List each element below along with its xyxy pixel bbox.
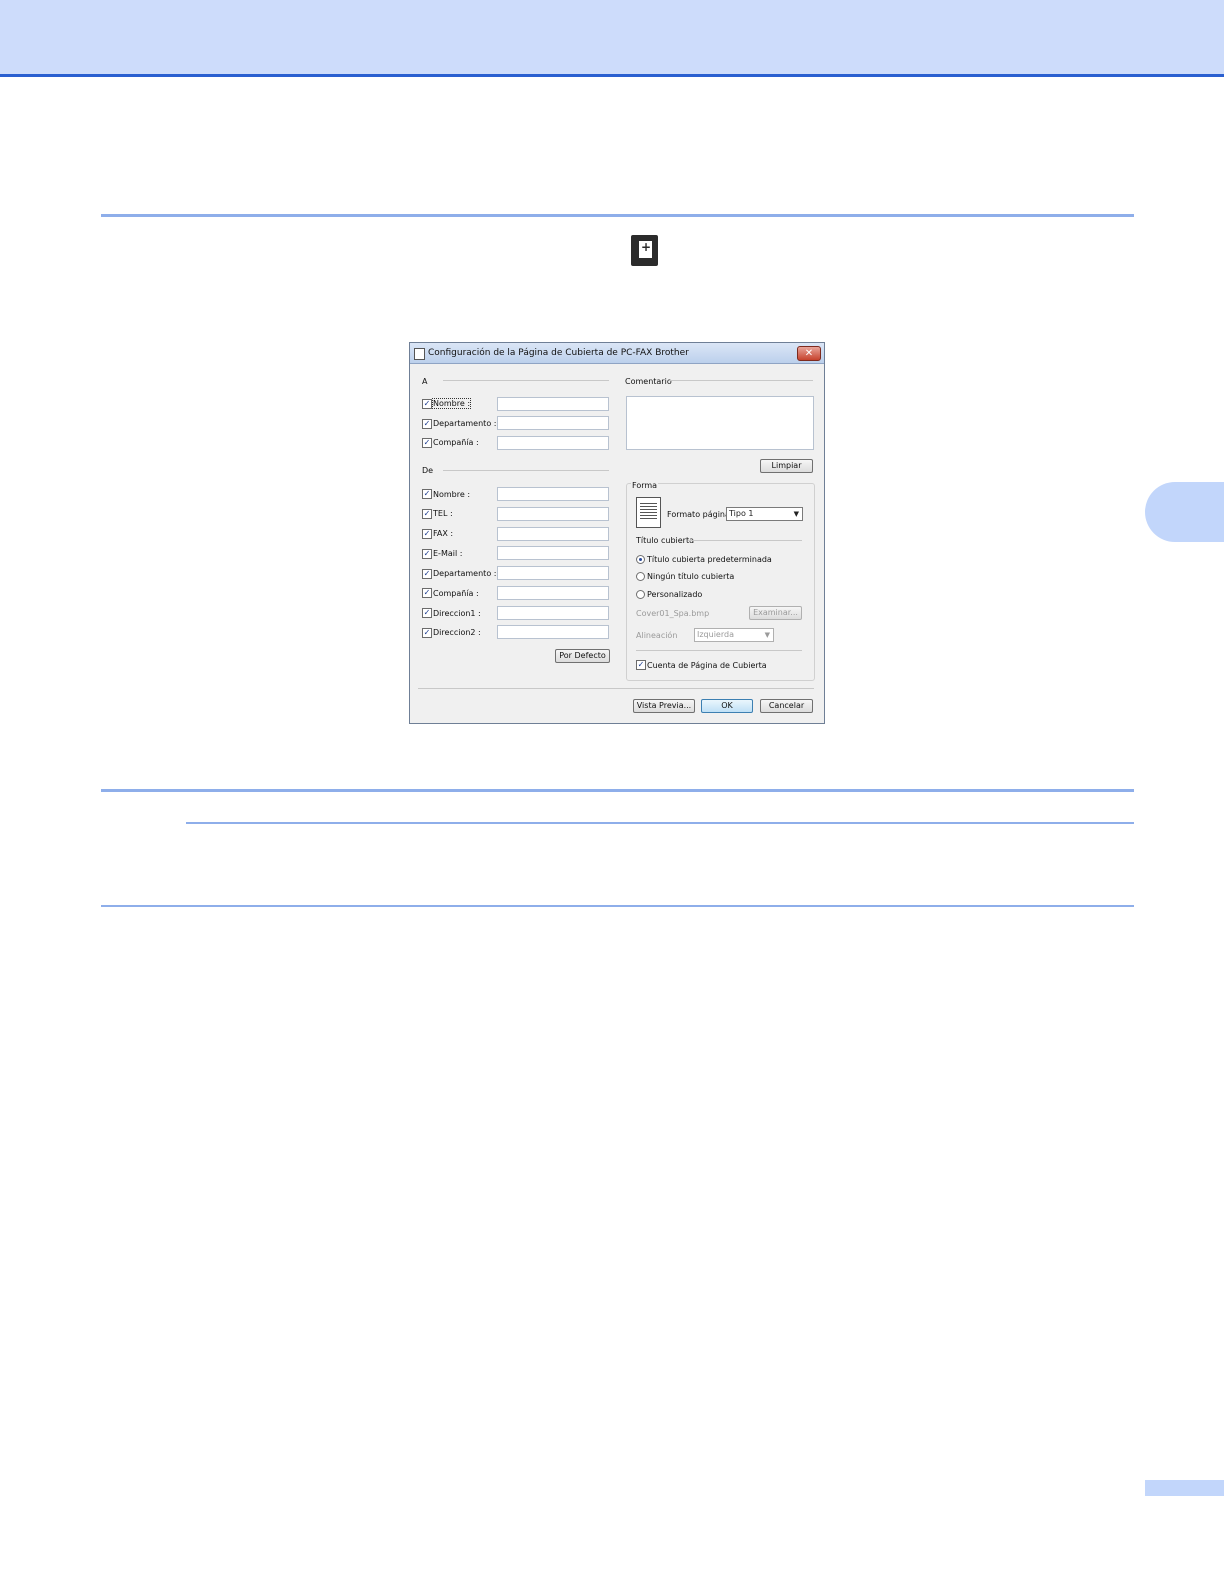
from-company-label: Compañía : xyxy=(433,589,479,598)
from-department-label: Departamento : xyxy=(433,569,497,578)
no-cover-title-label: Ningún título cubierta xyxy=(647,572,735,581)
form-heading: Forma xyxy=(631,481,659,490)
to-department-input[interactable] xyxy=(497,416,609,430)
section-rule-middle xyxy=(101,789,1134,792)
note-rule-top xyxy=(186,822,1134,824)
section-rule-top xyxy=(101,214,1134,217)
from-name-label: Nombre : xyxy=(433,490,471,499)
alignment-value: Izquierda xyxy=(697,630,734,639)
page-format-icon xyxy=(636,497,661,528)
default-button[interactable]: Por Defecto xyxy=(555,649,610,663)
page-number-tab xyxy=(1145,1480,1224,1496)
from-tel-label: TEL : xyxy=(433,509,453,518)
from-email-checkbox[interactable]: ✓ xyxy=(422,549,432,559)
from-department-input[interactable] xyxy=(497,566,609,580)
from-email-label: E-Mail : xyxy=(433,549,463,558)
from-fax-input[interactable] xyxy=(497,527,609,541)
cover-file-name: Cover01_Spa.bmp xyxy=(636,609,710,618)
from-fax-checkbox[interactable]: ✓ xyxy=(422,529,432,539)
count-cover-page-label: Cuenta de Página de Cubierta xyxy=(647,661,767,670)
to-name-checkbox[interactable]: ✓ xyxy=(422,399,432,409)
alignment-select[interactable]: Izquierda ▼ xyxy=(694,628,774,642)
from-company-input[interactable] xyxy=(497,586,609,600)
note-rule-bottom xyxy=(101,905,1134,907)
page-format-label: Formato página xyxy=(667,510,730,519)
from-name-checkbox[interactable]: ✓ xyxy=(422,489,432,499)
to-company-checkbox[interactable]: ✓ xyxy=(422,438,432,448)
chevron-down-icon: ▼ xyxy=(764,631,770,639)
dialog-title: Configuración de la Página de Cubierta d… xyxy=(428,348,689,358)
from-section-separator xyxy=(443,470,609,471)
custom-cover-title-label: Personalizado xyxy=(647,590,703,599)
from-name-input[interactable] xyxy=(497,487,609,501)
from-tel-input[interactable] xyxy=(497,507,609,521)
cover-title-heading: Título cubierta xyxy=(636,536,694,545)
browse-button[interactable]: Examinar... xyxy=(749,606,802,620)
cover-page-settings-dialog: Configuración de la Página de Cubierta d… xyxy=(409,342,825,724)
from-section-heading: De xyxy=(422,466,434,475)
from-address1-input[interactable] xyxy=(497,606,609,620)
header-band-line xyxy=(0,74,1224,77)
to-name-label: Nombre : xyxy=(431,398,472,409)
header-band xyxy=(0,0,1224,74)
chapter-tab xyxy=(1145,482,1224,542)
custom-cover-title-radio[interactable] xyxy=(636,590,645,599)
from-address1-label: Direccion1 : xyxy=(433,609,481,618)
to-section-separator xyxy=(443,380,609,381)
from-tel-checkbox[interactable]: ✓ xyxy=(422,509,432,519)
from-company-checkbox[interactable]: ✓ xyxy=(422,588,432,598)
from-fax-label: FAX : xyxy=(433,529,454,538)
close-button[interactable]: ✕ xyxy=(797,346,821,361)
from-department-checkbox[interactable]: ✓ xyxy=(422,569,432,579)
preview-button[interactable]: Vista Previa... xyxy=(633,699,695,713)
to-department-checkbox[interactable]: ✓ xyxy=(422,419,432,429)
to-company-input[interactable] xyxy=(497,436,609,450)
comment-separator xyxy=(670,380,813,381)
ok-button[interactable]: OK xyxy=(701,699,753,713)
clear-button[interactable]: Limpiar xyxy=(760,459,813,473)
cancel-button[interactable]: Cancelar xyxy=(760,699,813,713)
window-app-icon xyxy=(414,348,425,360)
from-address2-input[interactable] xyxy=(497,625,609,639)
dialog-titlebar: Configuración de la Página de Cubierta d… xyxy=(410,343,824,364)
cover-page-icon xyxy=(631,235,658,266)
from-address1-checkbox[interactable]: ✓ xyxy=(422,608,432,618)
default-cover-title-radio[interactable] xyxy=(636,555,645,564)
no-cover-title-radio[interactable] xyxy=(636,572,645,581)
comment-textarea[interactable] xyxy=(626,396,814,450)
from-address2-label: Direccion2 : xyxy=(433,628,481,637)
cover-title-separator xyxy=(688,540,802,541)
to-name-input[interactable] xyxy=(497,397,609,411)
bottom-separator xyxy=(418,688,814,689)
default-cover-title-label: Título cubierta predeterminada xyxy=(647,555,772,564)
to-department-label: Departamento : xyxy=(433,419,497,428)
alignment-label: Alineación xyxy=(636,631,678,640)
to-company-label: Compañía : xyxy=(433,438,479,447)
from-address2-checkbox[interactable]: ✓ xyxy=(422,628,432,638)
from-email-input[interactable] xyxy=(497,546,609,560)
count-separator xyxy=(636,650,802,651)
page-format-value: Tipo 1 xyxy=(729,509,754,518)
chevron-down-icon: ▼ xyxy=(793,510,799,518)
comment-heading: Comentario xyxy=(625,377,672,386)
to-section-heading: A xyxy=(422,377,428,386)
count-cover-page-checkbox[interactable]: ✓ xyxy=(636,660,646,670)
page-format-select[interactable]: Tipo 1 ▼ xyxy=(726,507,803,521)
